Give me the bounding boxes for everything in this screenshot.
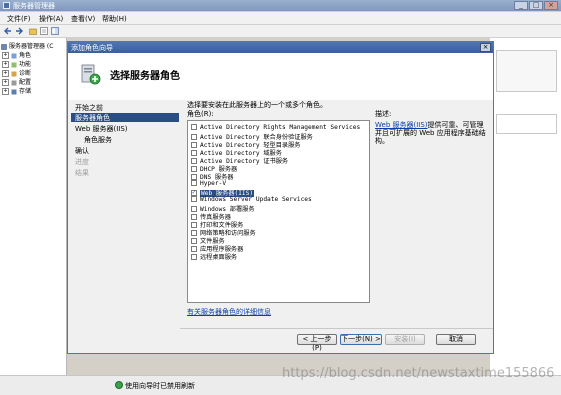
description-line-3: 构。 xyxy=(375,137,389,145)
step-before-you-begin[interactable]: 开始之前 xyxy=(75,103,103,113)
role-checkbox[interactable] xyxy=(191,254,197,260)
roles-label: 角色(R): xyxy=(187,110,214,118)
tree-item-label: 诊断 xyxy=(19,70,32,77)
back-button[interactable]: < 上一步(P) xyxy=(297,334,337,352)
refresh-disabled-icon xyxy=(115,381,123,389)
background-panel xyxy=(496,50,557,92)
background-panel xyxy=(496,114,557,134)
divider xyxy=(180,328,493,329)
role-ad-cs[interactable]: Active Directory 证书服务 xyxy=(191,156,288,165)
main-window-titlebar: 服务器管理器 _ □ × xyxy=(0,0,561,11)
role-ad-lds[interactable]: Active Directory 轻型目录服务 xyxy=(191,140,300,149)
step-progress: 进度 xyxy=(75,158,89,166)
role-ad-rms[interactable]: Active Directory Rights Management Servi… xyxy=(191,124,360,132)
role-label: Hyper-V xyxy=(200,180,227,187)
expand-icon[interactable]: + xyxy=(2,61,9,68)
step-web-server-iis[interactable]: Web 服务器(IIS) xyxy=(75,124,128,134)
server-manager-icon xyxy=(3,2,10,9)
roles-list[interactable]: Active Directory Rights Management Servi… xyxy=(187,120,370,303)
role-hyper-v[interactable]: Hyper-V xyxy=(191,180,226,188)
role-checkbox[interactable] xyxy=(191,180,197,186)
menu-help[interactable]: 帮助(H) xyxy=(102,14,127,24)
role-dns[interactable]: DNS 服务器 xyxy=(191,172,233,181)
server-icon xyxy=(1,43,7,50)
role-ad-ds[interactable]: Active Directory 域服务 xyxy=(191,148,282,157)
role-checkbox[interactable] xyxy=(191,196,197,202)
background-content-pane xyxy=(490,38,561,375)
menu-file[interactable]: 文件(F) xyxy=(7,14,31,24)
dialog-title: 添加角色向导 xyxy=(71,44,113,52)
wizard-steps: 开始之前 服务器角色 Web 服务器(IIS) 角色服务 确认 进度 结果 xyxy=(68,100,180,353)
role-label: 远程桌面服务 xyxy=(200,254,238,261)
role-wsus[interactable]: Windows Server Update Services xyxy=(191,196,312,204)
add-roles-wizard-dialog: 添加角色向导 × 选择服务器角色 开始之前 服务器角色 Web 服务器(IIS)… xyxy=(67,41,494,354)
step-confirmation[interactable]: 确认 xyxy=(75,146,89,156)
maximize-button[interactable]: □ xyxy=(529,1,543,10)
tree-item-diagnostics[interactable]: + 诊断 xyxy=(2,68,31,77)
console-icon[interactable] xyxy=(51,27,59,35)
role-wds[interactable]: Windows 部署服务 xyxy=(191,204,255,213)
description-line-2: 并且可扩展的 Web 应用程序基础结 xyxy=(375,129,486,137)
navigation-tree: 服务器管理器 (C + 角色 + 功能 + 诊断 + 配置 + 存储 xyxy=(0,38,67,375)
tree-item-label: 配置 xyxy=(19,79,32,86)
properties-icon[interactable] xyxy=(40,27,48,35)
role-label: Windows Server Update Services xyxy=(200,196,312,203)
more-info-link[interactable]: 有关服务器角色的详细信息 xyxy=(187,307,271,317)
tree-item-label: 功能 xyxy=(19,61,32,68)
tree-item-configuration[interactable]: + 配置 xyxy=(2,77,31,86)
forward-arrow-icon[interactable] xyxy=(15,27,23,35)
menu-view[interactable]: 查看(V) xyxy=(71,14,95,24)
main-window-title: 服务器管理器 xyxy=(13,2,55,10)
role-print-file[interactable]: 打印和文件服务 xyxy=(191,220,243,229)
description-label: 描述: xyxy=(375,110,392,118)
dialog-heading: 选择服务器角色 xyxy=(110,71,180,82)
expand-icon[interactable]: + xyxy=(2,88,9,95)
tree-item-features[interactable]: + 功能 xyxy=(2,59,31,68)
menu-action[interactable]: 操作(A) xyxy=(39,14,63,24)
step-results: 结果 xyxy=(75,169,89,177)
watermark: https://blog.csdn.net/newstaxtime155866 xyxy=(282,366,555,381)
folder-up-icon[interactable] xyxy=(29,27,37,35)
dialog-titlebar: 添加角色向导 × xyxy=(68,42,493,53)
role-label: Active Directory Rights Management Servi… xyxy=(200,124,361,131)
roles-icon xyxy=(11,53,17,58)
status-text: 使用向导时已禁用刷新 xyxy=(125,382,195,390)
step-role-services[interactable]: 角色服务 xyxy=(84,135,112,145)
dialog-close-button[interactable]: × xyxy=(480,43,491,52)
role-dhcp[interactable]: DHCP 服务器 xyxy=(191,164,237,173)
role-file-services[interactable]: 文件服务 xyxy=(191,236,225,245)
tree-root[interactable]: 服务器管理器 (C xyxy=(1,41,53,50)
role-checkbox[interactable] xyxy=(191,124,197,130)
back-arrow-icon[interactable] xyxy=(4,27,12,35)
tree-item-label: 角色 xyxy=(19,52,32,59)
expand-icon[interactable]: + xyxy=(2,70,9,77)
tree-item-roles[interactable]: + 角色 xyxy=(2,50,31,59)
role-web-server-iis[interactable]: Web 服务器(IIS) xyxy=(191,188,255,197)
cancel-button[interactable]: 取消 xyxy=(436,334,476,345)
configuration-icon xyxy=(11,80,17,85)
role-rds[interactable]: 远程桌面服务 xyxy=(191,252,238,261)
step-server-roles[interactable]: 服务器角色 xyxy=(71,113,179,122)
role-app-server[interactable]: 应用程序服务器 xyxy=(191,244,243,253)
dialog-header: 选择服务器角色 xyxy=(68,53,493,101)
server-roles-icon xyxy=(81,64,101,85)
minimize-button[interactable]: _ xyxy=(514,1,528,10)
install-button: 安装(I) xyxy=(385,334,425,345)
diagnostics-icon xyxy=(11,71,17,76)
next-button[interactable]: 下一步(N) > xyxy=(340,334,382,345)
tree-item-storage[interactable]: + 存储 xyxy=(2,86,31,95)
storage-icon xyxy=(11,89,17,94)
toolbar xyxy=(0,25,561,38)
wizard-content: 选择要安装在此服务器上的一个或多个角色。 角色(R): Active Direc… xyxy=(180,100,493,353)
expand-icon[interactable]: + xyxy=(2,52,9,59)
role-fax[interactable]: 传真服务器 xyxy=(191,212,231,221)
menu-bar: 文件(F) 操作(A) 查看(V) 帮助(H) xyxy=(0,12,561,25)
role-ad-fs[interactable]: Active Directory 联合身份验证服务 xyxy=(191,132,313,141)
tree-root-label: 服务器管理器 (C xyxy=(9,43,54,50)
features-icon xyxy=(11,62,17,67)
expand-icon[interactable]: + xyxy=(2,79,9,86)
role-npas[interactable]: 网络策略和访问服务 xyxy=(191,228,256,237)
tree-item-label: 存储 xyxy=(19,88,32,95)
close-button[interactable]: × xyxy=(544,1,558,10)
